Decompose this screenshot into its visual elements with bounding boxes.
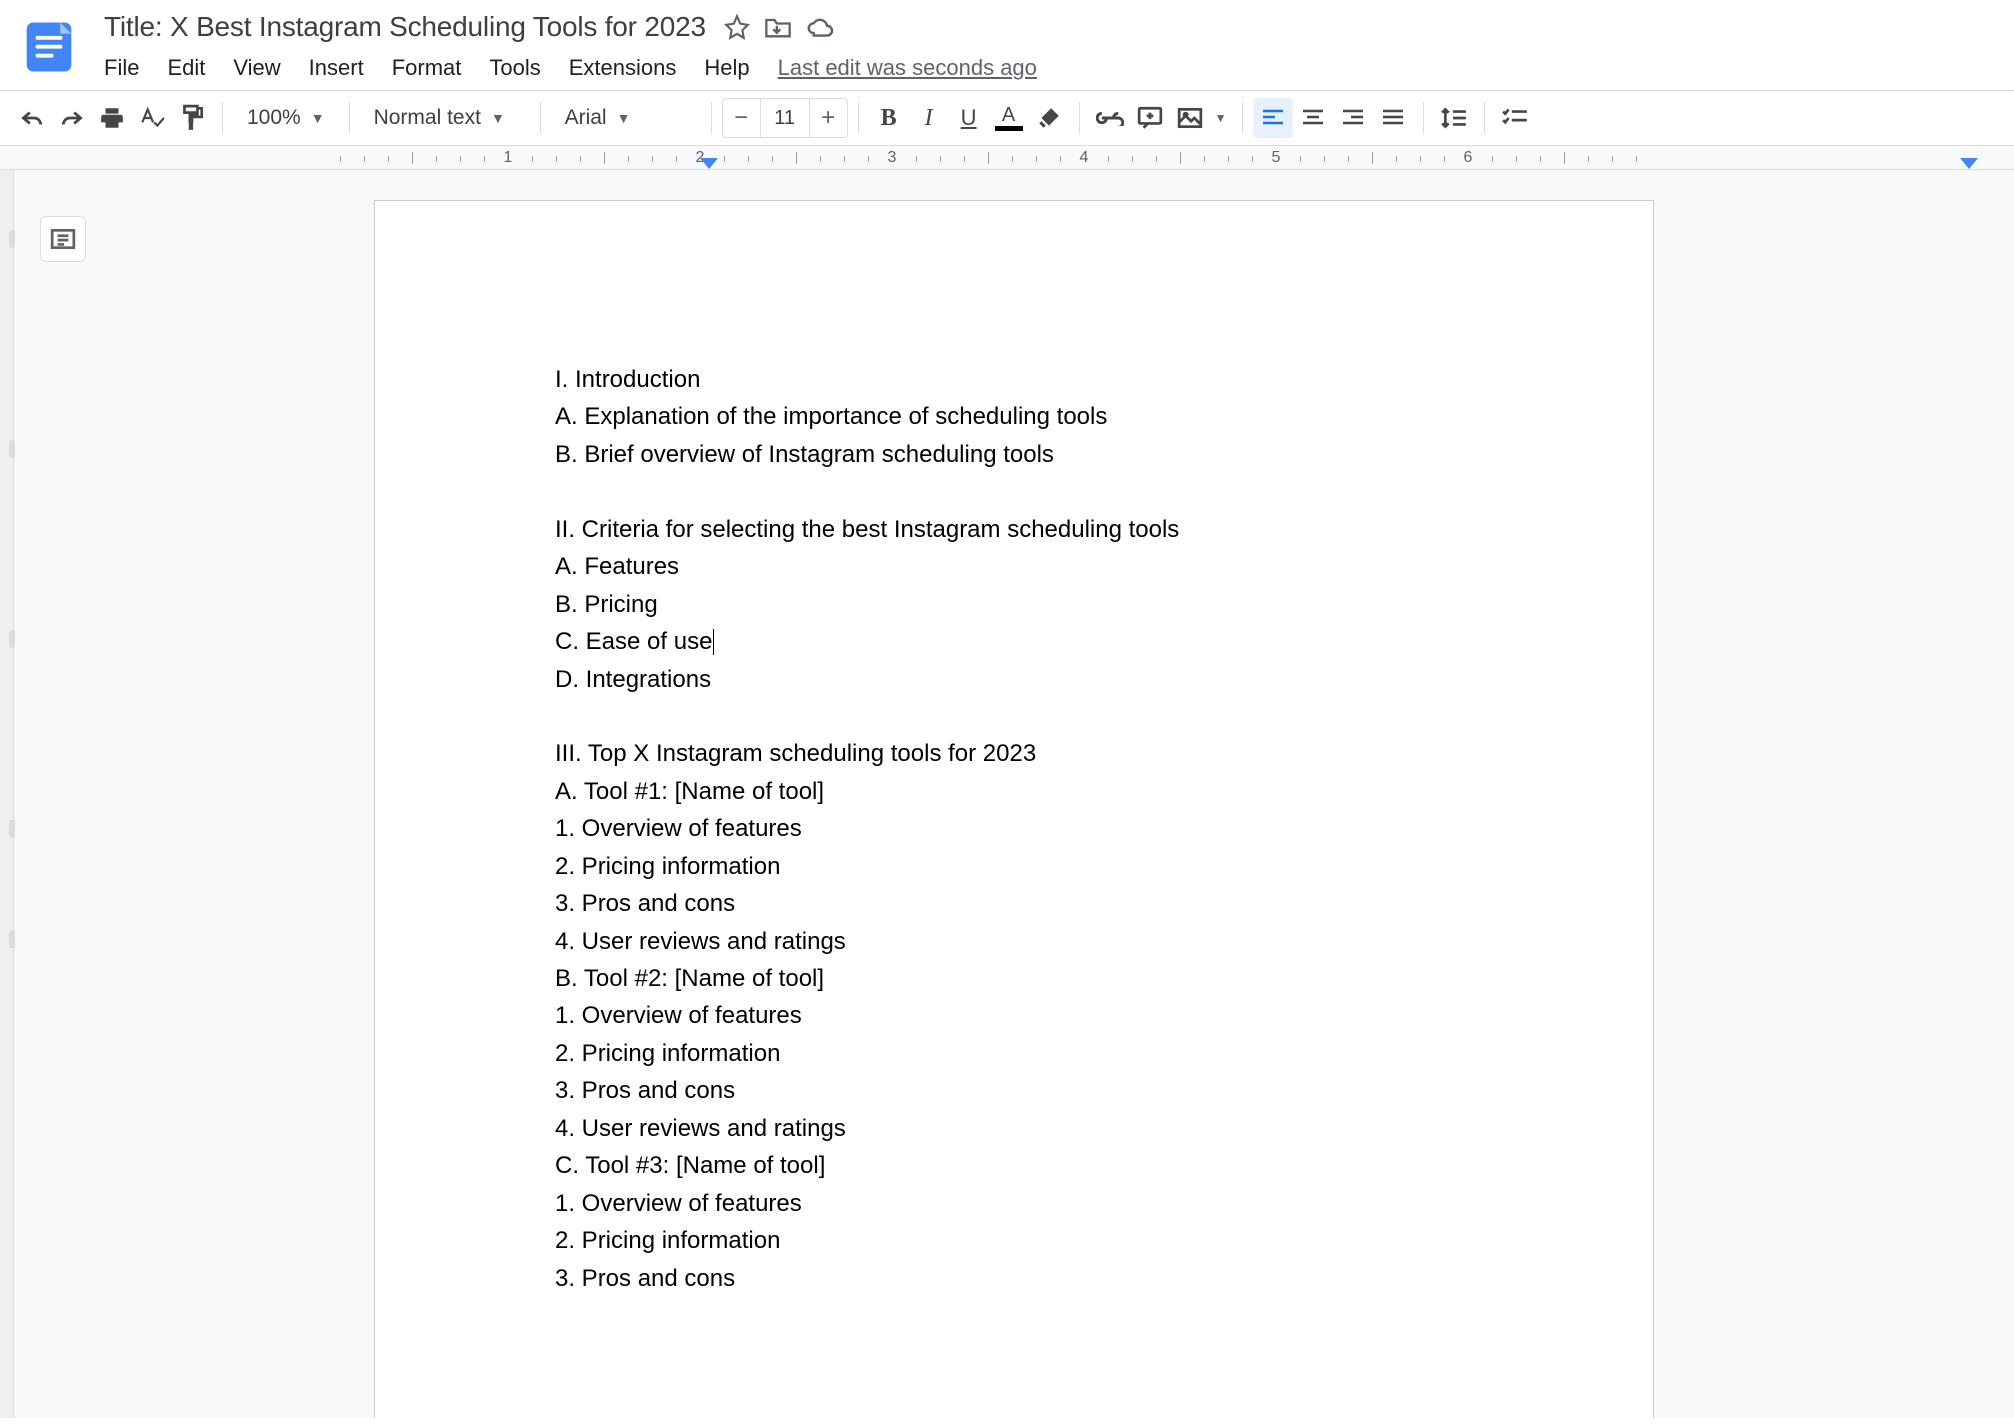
caret-down-icon: ▼ — [491, 110, 505, 126]
document-line[interactable]: 1. Overview of features — [555, 1185, 1473, 1222]
underline-button[interactable]: U — [949, 98, 989, 138]
star-icon[interactable] — [724, 14, 750, 40]
checklist-button[interactable] — [1495, 98, 1535, 138]
caret-down-icon: ▼ — [311, 110, 325, 126]
document-line[interactable]: B. Brief overview of Instagram schedulin… — [555, 436, 1473, 473]
document-line[interactable]: A. Explanation of the importance of sche… — [555, 398, 1473, 435]
font-size-input[interactable] — [760, 98, 810, 138]
bold-button[interactable]: B — [869, 98, 909, 138]
zoom-select[interactable]: 100% ▼ — [233, 98, 339, 138]
align-center-button[interactable] — [1293, 98, 1333, 138]
move-to-folder-icon[interactable] — [764, 15, 792, 39]
caret-down-icon: ▼ — [617, 110, 631, 126]
align-justify-button[interactable] — [1373, 98, 1413, 138]
highlight-color-button[interactable] — [1029, 98, 1069, 138]
text-caret-icon — [713, 629, 714, 655]
spellcheck-button[interactable] — [132, 98, 172, 138]
font-size-controls: − + — [722, 98, 848, 138]
undo-button[interactable] — [12, 98, 52, 138]
text-color-swatch-icon — [995, 126, 1023, 131]
menu-format[interactable]: Format — [392, 55, 462, 81]
caret-down-icon: ▼ — [1215, 111, 1227, 125]
document-line[interactable]: C. Ease of use — [555, 623, 1473, 660]
document-line[interactable]: 2. Pricing information — [555, 1222, 1473, 1259]
document-line[interactable]: III. Top X Instagram scheduling tools fo… — [555, 735, 1473, 772]
docs-logo-icon[interactable] — [20, 18, 80, 78]
document-line[interactable]: 3. Pros and cons — [555, 885, 1473, 922]
ruler-number: 1 — [504, 149, 513, 167]
document-line[interactable]: 3. Pros and cons — [555, 1260, 1473, 1297]
document-line[interactable]: II. Criteria for selecting the best Inst… — [555, 511, 1473, 548]
document-line[interactable]: B. Tool #2: [Name of tool] — [555, 960, 1473, 997]
document-line[interactable] — [555, 473, 1473, 510]
paragraph-style-value: Normal text — [374, 106, 481, 130]
print-button[interactable] — [92, 98, 132, 138]
menu-bar: File Edit View Insert Format Tools Exten… — [100, 46, 2002, 90]
document-line[interactable]: 4. User reviews and ratings — [555, 1110, 1473, 1147]
menu-tools[interactable]: Tools — [489, 55, 540, 81]
document-line[interactable]: 2. Pricing information — [555, 1035, 1473, 1072]
align-left-button[interactable] — [1253, 98, 1293, 138]
cloud-status-icon[interactable] — [806, 16, 836, 38]
app-header: Title: X Best Instagram Scheduling Tools… — [0, 0, 2014, 90]
ruler-number: 4 — [1080, 149, 1089, 167]
insert-image-button[interactable] — [1170, 98, 1210, 138]
document-line[interactable]: 3. Pros and cons — [555, 1072, 1473, 1109]
toolbar: 100% ▼ Normal text ▼ Arial ▼ − + B I U A… — [0, 90, 2014, 146]
horizontal-ruler[interactable]: 123456 — [0, 146, 2014, 170]
insert-image-caret[interactable]: ▼ — [1210, 98, 1232, 138]
paragraph-style-select[interactable]: Normal text ▼ — [360, 98, 530, 138]
workspace: I. IntroductionA. Explanation of the imp… — [0, 170, 2014, 1418]
text-color-button[interactable]: A — [989, 98, 1029, 138]
document-title[interactable]: Title: X Best Instagram Scheduling Tools… — [100, 9, 710, 45]
document-line[interactable]: A. Features — [555, 548, 1473, 585]
menu-view[interactable]: View — [233, 55, 280, 81]
menu-extensions[interactable]: Extensions — [569, 55, 677, 81]
document-line[interactable]: A. Tool #1: [Name of tool] — [555, 773, 1473, 810]
right-indent-marker-icon[interactable] — [1960, 158, 1978, 169]
ruler-number: 5 — [1272, 149, 1281, 167]
show-outline-button[interactable] — [40, 216, 86, 262]
document-line[interactable]: 1. Overview of features — [555, 997, 1473, 1034]
line-spacing-button[interactable] — [1434, 98, 1474, 138]
document-line[interactable]: D. Integrations — [555, 661, 1473, 698]
document-line[interactable] — [555, 698, 1473, 735]
ruler-number: 3 — [888, 149, 897, 167]
font-size-increase-button[interactable]: + — [810, 98, 848, 138]
menu-help[interactable]: Help — [704, 55, 749, 81]
document-line[interactable]: 4. User reviews and ratings — [555, 923, 1473, 960]
font-family-select[interactable]: Arial ▼ — [551, 98, 701, 138]
ruler-number: 6 — [1464, 149, 1473, 167]
paint-format-button[interactable] — [172, 98, 212, 138]
document-line[interactable]: C. Tool #3: [Name of tool] — [555, 1147, 1473, 1184]
page[interactable]: I. IntroductionA. Explanation of the imp… — [374, 200, 1654, 1418]
left-indent-marker-icon[interactable] — [700, 158, 718, 169]
document-line[interactable]: B. Pricing — [555, 586, 1473, 623]
vertical-ruler-gutter — [0, 170, 14, 1418]
redo-button[interactable] — [52, 98, 92, 138]
menu-file[interactable]: File — [104, 55, 139, 81]
font-size-decrease-button[interactable]: − — [722, 98, 760, 138]
menu-insert[interactable]: Insert — [309, 55, 364, 81]
document-line[interactable]: 1. Overview of features — [555, 810, 1473, 847]
italic-button[interactable]: I — [909, 98, 949, 138]
menu-edit[interactable]: Edit — [167, 55, 205, 81]
insert-link-button[interactable] — [1090, 98, 1130, 138]
document-canvas[interactable]: I. IntroductionA. Explanation of the imp… — [14, 170, 2014, 1418]
document-line[interactable]: 2. Pricing information — [555, 848, 1473, 885]
zoom-value: 100% — [247, 106, 301, 130]
add-comment-button[interactable] — [1130, 98, 1170, 138]
font-family-value: Arial — [565, 106, 607, 130]
last-edit-link[interactable]: Last edit was seconds ago — [778, 55, 1037, 81]
align-right-button[interactable] — [1333, 98, 1373, 138]
document-line[interactable]: I. Introduction — [555, 361, 1473, 398]
